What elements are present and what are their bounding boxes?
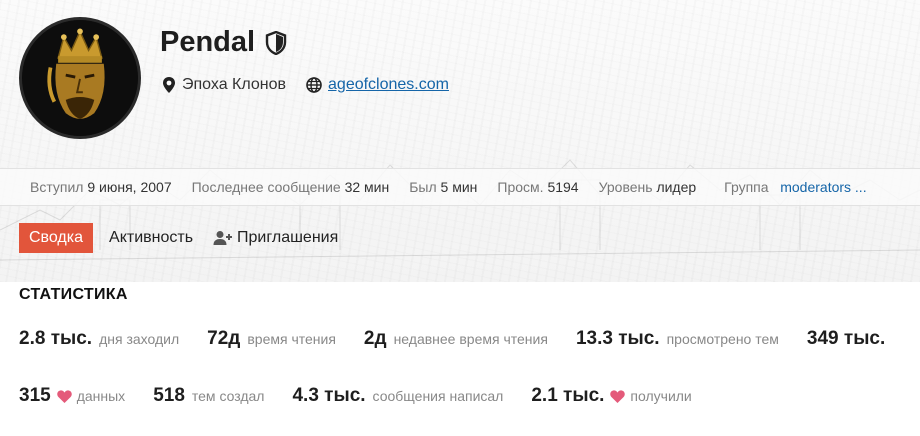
stat-days-visited: 2.8 тыс. дня заходил (19, 328, 180, 349)
profile-meta: Эпоха Клонов ageofclones.com (162, 76, 449, 94)
stat-posts-read: 349 тыс. (806, 328, 886, 349)
location-text: Эпоха Клонов (182, 76, 287, 93)
stat-topics-viewed: 13.3 тыс. просмотрено тем (575, 328, 779, 349)
stat-likes-received: 2.1 тыс. получили (531, 385, 692, 406)
last-post-stat: Последнее сообщение 32 мин (191, 179, 390, 195)
globe-icon (306, 77, 322, 93)
heart-icon (610, 389, 626, 403)
stat-likes-given: 315 данных (19, 385, 126, 406)
profile-tabs: Сводка Активность Приглашения (19, 223, 348, 253)
user-stats-bar: Вступил 9 июня, 2007 Последнее сообщение… (0, 168, 920, 206)
shield-icon (265, 30, 287, 55)
tab-invites-label: Приглашения (237, 229, 339, 246)
group-stat: Группа moderators ... (724, 179, 867, 195)
heart-icon (56, 389, 72, 403)
website-link[interactable]: ageofclones.com (328, 76, 449, 94)
joined-stat: Вступил 9 июня, 2007 (30, 179, 172, 195)
stat-recent-read-time: 2д недавнее время чтения (363, 328, 548, 349)
tab-summary[interactable]: Сводка (19, 223, 94, 253)
user-plus-icon (213, 231, 233, 245)
crowned-face-logo (22, 20, 138, 136)
map-marker-icon (163, 77, 175, 93)
statistics-row-2: 315 данных 518 тем создал 4.3 тыс. сообщен… (19, 385, 720, 407)
statistics-row-1: 2.8 тыс. дня заходил 72д время чтения 2д не… (19, 328, 920, 350)
views-stat: Просм. 5194 (497, 179, 579, 195)
avatar[interactable] (19, 17, 141, 139)
website: ageofclones.com (306, 76, 449, 94)
stat-read-time: 72д время чтения (207, 328, 336, 349)
group-link[interactable]: moderators ... (780, 179, 866, 195)
tab-invites[interactable]: Приглашения (203, 223, 348, 253)
statistics-title: СТАТИСТИКА (19, 286, 128, 303)
stat-posts-created: 4.3 тыс. сообщения написал (292, 385, 504, 406)
seen-stat: Был 5 мин (409, 179, 478, 195)
location: Эпоха Клонов (162, 76, 286, 94)
profile-name-row: Pendal (160, 26, 287, 59)
tab-activity[interactable]: Активность (99, 223, 203, 253)
trust-level-stat: Уровень лидер (598, 179, 697, 195)
stat-topics-created: 518 тем создал (153, 385, 265, 406)
username: Pendal (160, 26, 256, 58)
